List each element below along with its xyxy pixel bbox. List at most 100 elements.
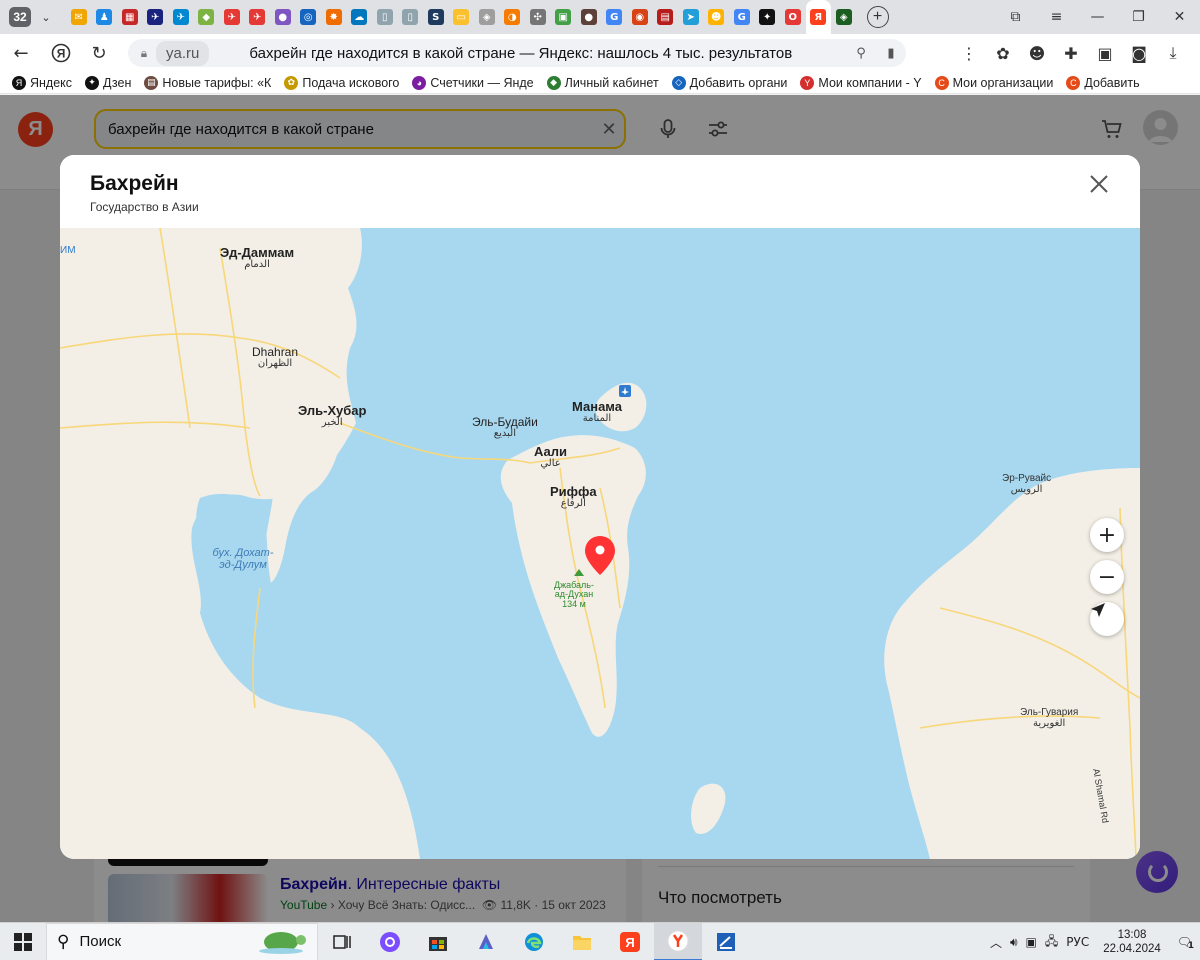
app-icon[interactable] <box>702 923 750 960</box>
url-box[interactable]: 🔒︎ ya.ru бахрейн где находится в какой с… <box>128 39 906 67</box>
tab[interactable]: ◑ <box>500 0 526 34</box>
geolocate-button[interactable] <box>1090 602 1124 636</box>
tab[interactable]: G <box>602 0 628 34</box>
bookmark-item[interactable]: ✿ Подача искового <box>284 75 399 90</box>
tab[interactable]: ▭ <box>449 0 475 34</box>
extension-icon-2[interactable]: ☻ <box>1020 38 1054 68</box>
tab[interactable]: ✈ <box>245 0 271 34</box>
more-icon[interactable]: ⋮ <box>952 38 986 68</box>
bookmark-favicon-icon: ◆ <box>546 75 561 90</box>
tab[interactable]: ✈ <box>219 0 245 34</box>
store-icon[interactable] <box>414 923 462 960</box>
bookmark-item[interactable]: Y Мои компании - Y <box>800 75 922 90</box>
extension-icon-1[interactable]: ✿ <box>986 38 1020 68</box>
tab[interactable]: ▯ <box>372 0 398 34</box>
windows-icon <box>14 932 32 951</box>
page-title[interactable]: бахрейн где находится в какой стране — Я… <box>249 45 846 62</box>
map-canvas[interactable] <box>60 228 1140 859</box>
tab[interactable]: ☁ <box>347 0 373 34</box>
clock[interactable]: 13:08 22.04.2024 <box>1103 928 1161 957</box>
label-ruwais: Эр-Рувайс الرويس <box>1002 473 1052 495</box>
new-tab-button[interactable]: + <box>866 6 889 28</box>
address-bar: ← Я ↻ 🔒︎ ya.ru бахрейн где находится в к… <box>0 34 1200 72</box>
language-indicator[interactable]: РУС <box>1066 935 1089 949</box>
tab-favicon-icon: ▯ <box>402 9 419 25</box>
bookmark-item[interactable]: ◕ Счетчики — Янде <box>412 75 534 90</box>
start-button[interactable] <box>0 923 46 960</box>
minimize-button[interactable]: — <box>1077 9 1118 25</box>
taskbar-search[interactable]: ⚲ Поиск <box>46 922 318 960</box>
tab[interactable]: G <box>729 0 755 34</box>
tab[interactable]: ◉ <box>627 0 653 34</box>
tab[interactable]: ● <box>270 0 296 34</box>
tab[interactable]: ◈ <box>474 0 500 34</box>
zoom-out-button[interactable]: − <box>1090 560 1124 594</box>
tab-active[interactable]: Я <box>805 0 831 34</box>
downloads-icon[interactable]: ⤓ <box>1156 38 1190 68</box>
yandex-home-icon[interactable]: Я <box>46 38 76 68</box>
tab[interactable]: ➤ <box>678 0 704 34</box>
tab[interactable]: ◈ <box>831 0 857 34</box>
label-aali: Аали عالي <box>534 444 568 469</box>
bookmark-item[interactable]: ▤ Новые тарифы: «К <box>144 75 271 90</box>
tab[interactable]: ✉ <box>66 0 92 34</box>
bookmark-item[interactable]: C Добавить <box>1066 75 1140 90</box>
tab[interactable]: ◆ <box>194 0 220 34</box>
extension-icon-3[interactable]: ◙ <box>1122 38 1156 68</box>
bookmark-item[interactable]: Я Яндекс <box>12 75 72 90</box>
tab-favicon-icon: ▣ <box>555 9 572 25</box>
edge-icon[interactable] <box>510 923 558 960</box>
volume-icon[interactable]: 🔊︎ <box>1010 935 1018 950</box>
bookmark-item[interactable]: C Мои организации <box>934 75 1053 90</box>
explorer-icon[interactable] <box>558 923 606 960</box>
tab[interactable]: O <box>780 0 806 34</box>
tab[interactable]: ✈ <box>168 0 194 34</box>
tray-expand-icon[interactable]: ︿ <box>990 934 1002 951</box>
tab[interactable]: ▣ <box>551 0 577 34</box>
lock-icon[interactable]: 🔒︎ <box>132 46 156 61</box>
bookmark-item[interactable]: ◆ Личный кабинет <box>546 75 659 90</box>
map-view[interactable]: ИМ Эд-Даммам الدمام Dhahran الظهران Эль-Ху… <box>60 228 1140 859</box>
bookmark-item[interactable]: ✦ Дзен <box>85 75 131 90</box>
tray-app-icon[interactable]: ▣ <box>1026 935 1037 949</box>
extensions-puzzle-icon[interactable]: ✚ <box>1054 38 1088 68</box>
airport-icon[interactable] <box>619 385 631 397</box>
close-modal-icon[interactable] <box>1088 173 1110 195</box>
tab[interactable]: ☻ <box>704 0 730 34</box>
tab[interactable]: ▦ <box>117 0 143 34</box>
tab[interactable]: ◎ <box>296 0 322 34</box>
copilot-icon[interactable] <box>462 923 510 960</box>
tab[interactable]: ● <box>576 0 602 34</box>
url-domain[interactable]: ya.ru <box>156 40 210 66</box>
yandex-browser-icon[interactable] <box>654 922 702 960</box>
restore-button[interactable]: ❐ <box>1118 9 1159 25</box>
tab[interactable]: ♟ <box>92 0 118 34</box>
tab[interactable]: S <box>423 0 449 34</box>
task-view-icon[interactable] <box>318 923 366 960</box>
tab[interactable]: ✦ <box>755 0 781 34</box>
tab-counter[interactable]: 32 <box>9 7 31 27</box>
tab[interactable]: ✸ <box>321 0 347 34</box>
tab-favicon-icon: ✈ <box>249 9 266 25</box>
back-button[interactable]: ← <box>6 38 36 68</box>
reload-button[interactable]: ↻ <box>84 38 114 68</box>
search-icon: ⚲ <box>57 931 70 952</box>
menu-icon[interactable]: ≡ <box>1036 9 1077 25</box>
tab[interactable]: ▤ <box>653 0 679 34</box>
notification-icon[interactable]: 🗨︎ 1 <box>1177 935 1194 951</box>
tab-list-chevron-icon[interactable]: ⌄ <box>36 7 56 27</box>
location-pin-icon[interactable]: ⚲ <box>846 46 876 61</box>
alice-taskbar-icon[interactable] <box>366 923 414 960</box>
sidebar-toggle-icon[interactable]: ▣ <box>1088 38 1122 68</box>
yandex-app-icon[interactable]: Я <box>606 923 654 960</box>
bookmark-item[interactable]: ◇ Добавить органи <box>671 75 787 90</box>
tab[interactable]: ✣ <box>525 0 551 34</box>
network-icon[interactable]: 🖧 <box>1045 932 1058 953</box>
tab[interactable]: ▯ <box>398 0 424 34</box>
tab-favicon-icon: ◑ <box>504 9 521 25</box>
close-window-button[interactable]: ✕ <box>1159 9 1200 25</box>
bookmark-icon[interactable]: ▮ <box>876 46 906 61</box>
collections-icon[interactable]: ⧉ <box>995 9 1036 25</box>
zoom-in-button[interactable]: + <box>1090 518 1124 552</box>
tab[interactable]: ✈ <box>143 0 169 34</box>
